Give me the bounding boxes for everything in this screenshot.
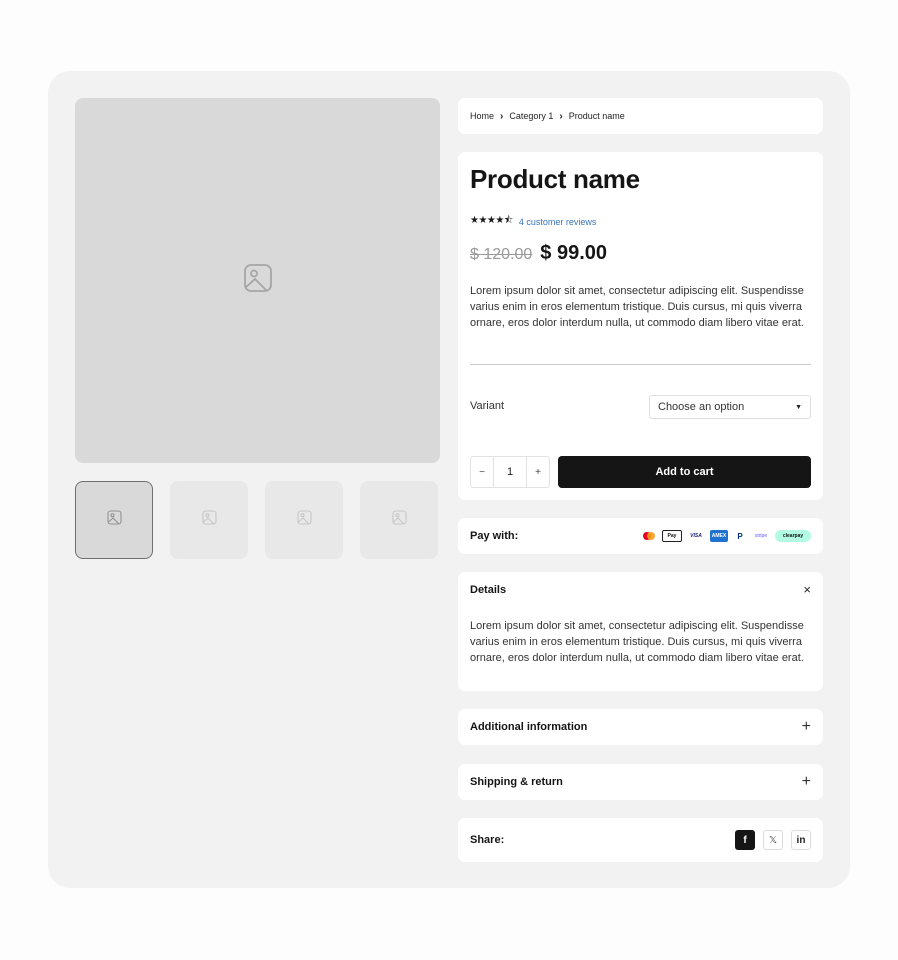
customer-reviews-link[interactable]: 4 customer reviews (519, 217, 597, 227)
thumbnail-3[interactable] (265, 481, 343, 559)
quantity-decrease-button[interactable]: − (471, 457, 493, 487)
additional-information-accordion[interactable]: Additional information + (458, 709, 823, 745)
breadcrumb-home[interactable]: Home (470, 111, 494, 121)
shipping-return-title: Shipping & return (470, 776, 563, 788)
details-text: Lorem ipsum dolor sit amet, consectetur … (470, 620, 804, 664)
pay-with-label: Pay with: (470, 530, 519, 542)
product-description: Lorem ipsum dolor sit amet, consectetur … (470, 285, 804, 329)
linkedin-icon[interactable]: in (791, 830, 811, 850)
amex-icon: AMEX (710, 530, 728, 542)
breadcrumb-current: Product name (568, 111, 625, 121)
variant-select-value: Choose an option (658, 401, 745, 413)
facebook-icon[interactable]: f (735, 830, 755, 850)
details-title: Details (470, 584, 507, 596)
quantity-stepper: − 1 + (470, 456, 550, 488)
image-placeholder-icon (106, 510, 122, 530)
clearpay-icon: clearpay (775, 530, 811, 542)
thumbnail-1[interactable] (75, 481, 153, 559)
add-to-cart-button[interactable]: Add to cart (558, 456, 811, 488)
product-rating: ★★★★⯪ 4 customer reviews (470, 213, 596, 230)
apple-pay-icon: Pay (662, 530, 682, 542)
image-placeholder-icon (296, 510, 312, 530)
star-rating-icon: ★★★★⯪ (470, 215, 513, 226)
chevron-right-icon: › (500, 110, 504, 122)
additional-information-title: Additional information (470, 721, 588, 733)
plus-icon[interactable]: + (802, 774, 811, 790)
thumbnail-strip (75, 481, 440, 559)
sale-price: $ 99.00 (540, 242, 608, 264)
main-product-image[interactable] (75, 98, 440, 463)
visa-icon: VISA (690, 533, 702, 539)
plus-icon[interactable]: + (802, 719, 811, 735)
x-twitter-icon[interactable]: 𝕏 (763, 830, 783, 850)
paypal-icon: P (737, 531, 743, 541)
thumbnail-4[interactable] (360, 481, 438, 559)
variant-select[interactable]: Choose an option ▼ (649, 395, 811, 419)
payment-icons: Pay VISA AMEX P stripe clearpay (641, 530, 811, 542)
image-placeholder-icon (391, 510, 407, 530)
payment-methods-card: Pay with: Pay VISA AMEX P stripe clearpa… (458, 518, 823, 554)
breadcrumb-category[interactable]: Category 1 (509, 111, 553, 121)
stripe-icon: stripe (754, 533, 768, 539)
quantity-increase-button[interactable]: + (527, 457, 549, 487)
image-placeholder-icon (201, 510, 217, 530)
social-links: f 𝕏 in (735, 830, 811, 850)
chevron-right-icon: › (559, 110, 563, 122)
caret-down-icon: ▼ (795, 403, 802, 411)
details-accordion-header[interactable]: Details × (470, 583, 811, 596)
thumbnail-2[interactable] (170, 481, 248, 559)
divider (470, 364, 811, 365)
product-title: Product name (470, 164, 640, 194)
share-card: Share: f 𝕏 in (458, 818, 823, 862)
product-info-card: Product name ★★★★⯪ 4 customer reviews $ … (458, 152, 823, 500)
original-price: $ 120.00 (470, 246, 533, 263)
close-icon[interactable]: × (803, 583, 811, 596)
mastercard-icon (641, 530, 657, 542)
details-accordion: Details × Lorem ipsum dolor sit amet, co… (458, 572, 823, 691)
variant-label: Variant (470, 400, 505, 412)
image-placeholder-icon (243, 263, 273, 298)
shipping-return-accordion[interactable]: Shipping & return + (458, 764, 823, 800)
share-label: Share: (470, 834, 505, 846)
breadcrumb: Home › Category 1 › Product name (458, 98, 823, 134)
price-row: $ 120.00 $ 99.00 (470, 242, 607, 265)
quantity-value[interactable]: 1 (493, 457, 527, 487)
